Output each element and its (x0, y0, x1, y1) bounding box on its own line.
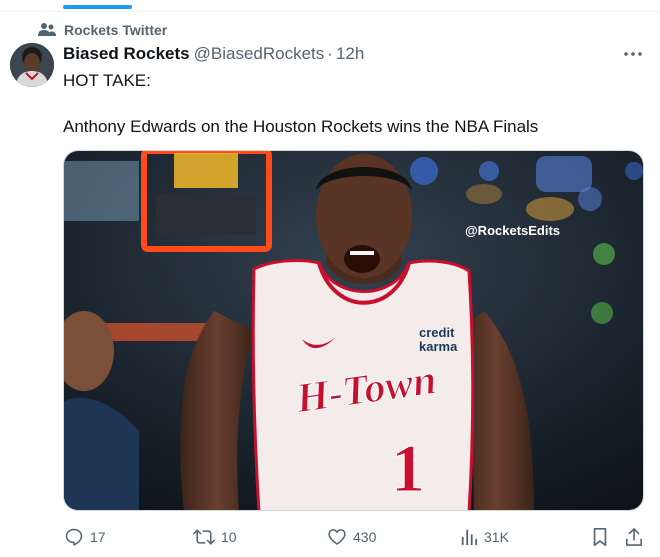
heart-icon (328, 529, 346, 545)
people-icon (38, 21, 56, 39)
repost-icon (193, 529, 215, 545)
share-icon (625, 528, 643, 546)
views-button[interactable]: 31K (460, 524, 509, 550)
tweet-text-line-1: HOT TAKE: (63, 71, 151, 90)
like-button[interactable]: 430 (327, 524, 376, 550)
tweet-text-line-2: Anthony Edwards on the Houston Rockets w… (63, 117, 539, 136)
image-watermark: @RocketsEdits (465, 223, 560, 238)
user-handle[interactable]: @BiasedRockets (194, 44, 325, 64)
timestamp[interactable]: 12h (336, 44, 364, 64)
repost-count: 10 (221, 529, 237, 545)
view-count: 31K (484, 529, 509, 545)
top-divider (0, 0, 660, 12)
tweet-actions: 17 10 430 31K (0, 524, 660, 550)
active-tab-indicator (63, 5, 132, 9)
community-name[interactable]: Rockets Twitter (64, 22, 167, 38)
views-chart-icon (461, 529, 478, 546)
bookmark-icon (593, 528, 607, 546)
sponsor-line-1: credit (419, 325, 455, 340)
more-options-button[interactable] (622, 45, 644, 63)
separator: · (327, 44, 333, 63)
like-count: 430 (353, 529, 377, 545)
avatar[interactable] (10, 43, 54, 87)
tweet-header: Biased Rockets @BiasedRockets · 12h (63, 44, 364, 64)
bookmark-button[interactable] (591, 524, 609, 550)
community-context[interactable]: Rockets Twitter (38, 20, 167, 40)
reply-icon (65, 528, 83, 546)
repost-button[interactable]: 10 (193, 524, 237, 550)
jersey-number: 1 (391, 430, 425, 506)
reply-button[interactable]: 17 (64, 524, 106, 550)
more-icon (624, 52, 642, 56)
tweet-media-image[interactable]: credit karma H-Town 1 @RocketsEdits (63, 150, 644, 511)
sponsor-line-2: karma (419, 339, 458, 354)
display-name[interactable]: Biased Rockets (63, 44, 190, 64)
reply-count: 17 (90, 529, 106, 545)
share-button[interactable] (625, 524, 643, 550)
